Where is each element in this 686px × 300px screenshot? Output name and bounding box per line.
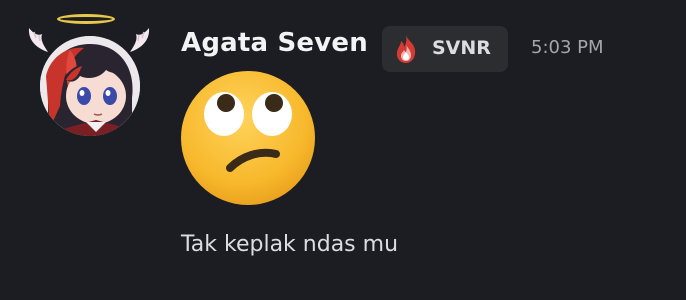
avatar[interactable] xyxy=(26,10,156,140)
timestamp[interactable]: 5:03 PM xyxy=(531,37,604,58)
anime-angel-avatar-icon xyxy=(40,36,140,136)
username[interactable]: Agata Seven xyxy=(181,28,368,58)
fire-icon xyxy=(396,35,416,63)
wing-left-icon xyxy=(28,28,48,52)
chat-message: Agata Seven SVNR 5:03 PM Tak keplak ndas… xyxy=(0,0,686,300)
message-text: Tak keplak ndas mu xyxy=(181,232,399,257)
wing-right-icon xyxy=(130,28,150,52)
face-with-rolling-eyes-emoji[interactable] xyxy=(180,70,316,206)
server-tag-label: SVNR xyxy=(432,37,491,59)
server-tag[interactable]: SVNR xyxy=(382,26,508,72)
halo-icon xyxy=(57,14,115,24)
